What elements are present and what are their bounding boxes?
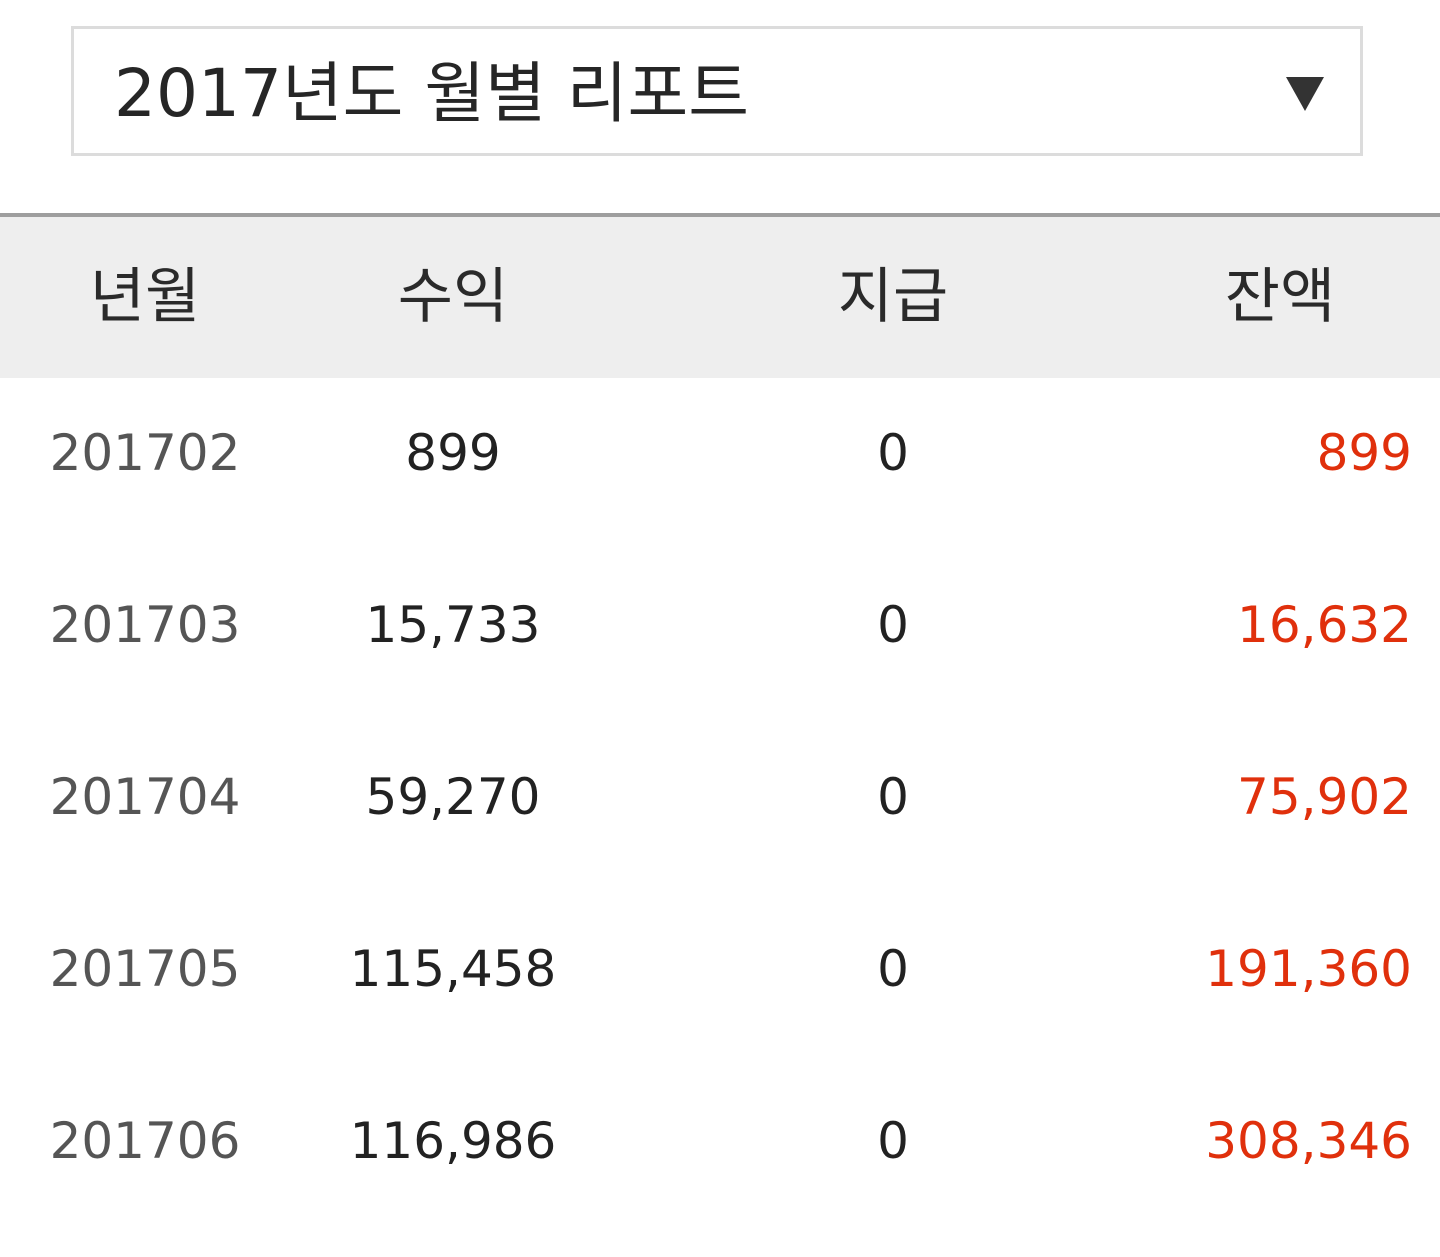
row-month: 201702 (49, 424, 241, 482)
monthly-report-page: 2017년도 월별 리포트 년월 수익 지급 잔액 201702 899 0 8… (0, 0, 1440, 1257)
row-balance: 899 (1316, 424, 1412, 482)
report-year-select[interactable]: 2017년도 월별 리포트 (71, 26, 1363, 156)
row-income: 899 (405, 424, 501, 482)
row-paid: 0 (877, 940, 909, 998)
row-month: 201706 (49, 1112, 241, 1170)
row-balance: 308,346 (1205, 1112, 1412, 1170)
row-income: 15,733 (365, 596, 541, 654)
row-paid: 0 (877, 1112, 909, 1170)
header-balance: 잔액 (1224, 262, 1336, 332)
header-paid: 지급 (837, 262, 949, 332)
row-balance: 75,902 (1237, 768, 1412, 826)
table-row: 201705 115,458 0 191,360 (0, 894, 1440, 1066)
row-paid: 0 (877, 424, 909, 482)
row-income: 115,458 (349, 940, 557, 998)
table-row: 201702 899 0 899 (0, 378, 1440, 550)
row-month: 201703 (49, 596, 241, 654)
row-income: 116,986 (349, 1112, 557, 1170)
report-year-select-value: 2017년도 월별 리포트 (114, 55, 749, 132)
table-row: 201704 59,270 0 75,902 (0, 722, 1440, 894)
table-header: 년월 수익 지급 잔액 (0, 217, 1440, 378)
header-income: 수익 (397, 262, 509, 332)
row-month: 201704 (49, 768, 241, 826)
row-balance: 191,360 (1205, 940, 1412, 998)
row-paid: 0 (877, 768, 909, 826)
table-row: 201706 116,986 0 308,346 (0, 1066, 1440, 1238)
row-month: 201705 (49, 940, 241, 998)
table-row: 201703 15,733 0 16,632 (0, 550, 1440, 722)
row-income: 59,270 (365, 768, 541, 826)
row-balance: 16,632 (1237, 596, 1412, 654)
row-paid: 0 (877, 596, 909, 654)
triangle-down-icon[interactable] (1286, 77, 1324, 111)
header-month: 년월 (89, 262, 201, 332)
table-body: 201702 899 0 899 201703 15,733 0 16,632 … (0, 378, 1440, 1238)
